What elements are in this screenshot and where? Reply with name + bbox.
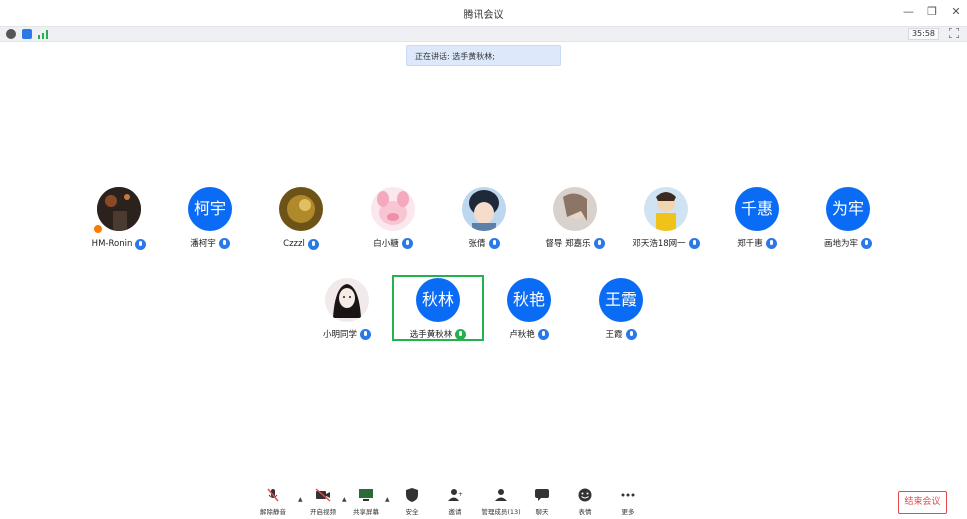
microphone-icon <box>360 328 371 340</box>
more-dots-icon <box>621 493 635 497</box>
avatar <box>279 187 323 231</box>
minimize-icon[interactable]: — <box>903 5 914 18</box>
participant-tile[interactable]: 张倩 <box>438 187 530 250</box>
title-bar: 腾讯会议 — ❐ ✕ <box>0 0 967 26</box>
participant-name: Czzzl <box>283 239 305 249</box>
fullscreen-icon[interactable] <box>949 28 959 38</box>
status-bar: 35:58 <box>0 26 967 42</box>
chat-button[interactable]: 聊天 <box>522 488 562 516</box>
shield-icon <box>406 488 418 502</box>
participant-name: 督导 郑嘉乐 <box>545 239 591 249</box>
svg-text:+: + <box>458 491 463 498</box>
meeting-toolbar: 解除静音 ▲ 开启视频 ▲ 共享屏幕 ▲ 安全 + 邀请 管理成员(13) 聊天… <box>0 482 967 519</box>
microphone-icon <box>488 237 500 249</box>
info-icon[interactable] <box>6 29 16 39</box>
participant-name: 张倩 <box>468 239 486 249</box>
unmute-options-caret[interactable]: ▲ <box>298 496 303 503</box>
microphone-icon <box>135 238 147 250</box>
signal-icon[interactable] <box>38 29 50 39</box>
avatar <box>462 187 506 231</box>
invite-button[interactable]: + 邀请 <box>435 488 475 516</box>
window-controls: — ❐ ✕ <box>903 5 961 18</box>
participant-name: 王霞 <box>605 330 623 340</box>
participant-tile[interactable]: 秋艳 卢秋艳 <box>483 278 575 341</box>
smiley-icon <box>578 488 592 502</box>
participant-tile[interactable]: 邓天浩18网一 <box>620 187 712 250</box>
share-options-caret[interactable]: ▲ <box>385 496 390 503</box>
reactions-button[interactable]: 表情 <box>565 488 605 516</box>
avatar: 秋林 <box>416 278 460 322</box>
avatar: 柯宇 <box>188 187 232 231</box>
participant-tile[interactable]: Czzzl <box>255 187 347 250</box>
participant-name: 选手黄秋林 <box>409 330 453 340</box>
manage-members-button[interactable]: 管理成员(13) <box>479 488 523 516</box>
microphone-icon <box>593 237 605 249</box>
participant-tile[interactable]: 督导 郑嘉乐 <box>529 187 621 250</box>
microphone-icon <box>537 328 549 340</box>
share-screen-button[interactable]: 共享屏幕 <box>346 488 386 516</box>
avatar: 千惠 <box>735 187 779 231</box>
microphone-icon <box>625 328 637 340</box>
microphone-icon <box>861 237 872 249</box>
participant-name: 潘柯宇 <box>190 239 216 249</box>
shield-icon[interactable] <box>22 29 32 39</box>
microphone-icon <box>688 237 700 249</box>
avatar <box>553 187 597 231</box>
avatar <box>644 187 688 231</box>
participant-tile[interactable]: 为牢 画地为牢 <box>802 187 894 250</box>
avatar: 为牢 <box>826 187 870 231</box>
participant-name: 邓天浩18网一 <box>632 239 686 249</box>
microphone-icon <box>218 237 230 249</box>
start-video-button[interactable]: 开启视频 <box>303 488 343 516</box>
participant-name: 卢秋艳 <box>509 330 535 340</box>
participant-name: 白小糖 <box>373 239 399 249</box>
host-badge <box>93 224 103 234</box>
microphone-speaking-icon <box>455 328 467 340</box>
microphone-icon <box>307 238 319 250</box>
avatar <box>371 187 415 231</box>
avatar: 秋艳 <box>507 278 551 322</box>
chat-icon <box>535 489 549 501</box>
window-title: 腾讯会议 <box>463 10 504 21</box>
participant-name: 郑千惠 <box>737 239 763 249</box>
avatar: 王霞 <box>599 278 643 322</box>
avatar <box>97 187 141 231</box>
restore-icon[interactable]: ❐ <box>927 5 937 18</box>
avatar <box>325 278 369 322</box>
participant-tile[interactable]: 王霞 王霞 <box>575 278 667 341</box>
microphone-icon <box>765 237 777 249</box>
close-icon[interactable]: ✕ <box>951 5 961 18</box>
participant-name: 画地为牢 <box>823 239 858 249</box>
participant-tile[interactable]: HM-Ronin <box>73 187 165 250</box>
end-meeting-button[interactable]: 结束会议 <box>898 491 947 514</box>
unmute-button[interactable]: 解除静音 <box>253 488 293 516</box>
more-button[interactable]: 更多 <box>608 488 648 516</box>
participant-tile[interactable]: 柯宇 潘柯宇 <box>164 187 256 250</box>
participant-tile[interactable]: 白小糖 <box>347 187 439 250</box>
participant-name: HM-Ronin <box>91 239 133 249</box>
add-user-icon: + <box>448 489 463 501</box>
participant-tile[interactable]: 小明同学 <box>301 278 393 341</box>
security-button[interactable]: 安全 <box>392 488 432 516</box>
members-icon <box>495 489 507 501</box>
microphone-icon <box>401 237 413 249</box>
meeting-timer: 35:58 <box>907 28 939 40</box>
speaking-banner: 正在讲话: 选手黄秋林; <box>406 45 561 66</box>
participant-tile[interactable]: 千惠 郑千惠 <box>711 187 803 250</box>
camera-off-icon <box>315 488 331 502</box>
share-screen-icon <box>359 489 373 501</box>
participant-name: 小明同学 <box>322 330 357 340</box>
mic-muted-icon <box>267 488 279 502</box>
participant-tile[interactable]: 秋林 选手黄秋林 <box>392 278 484 341</box>
